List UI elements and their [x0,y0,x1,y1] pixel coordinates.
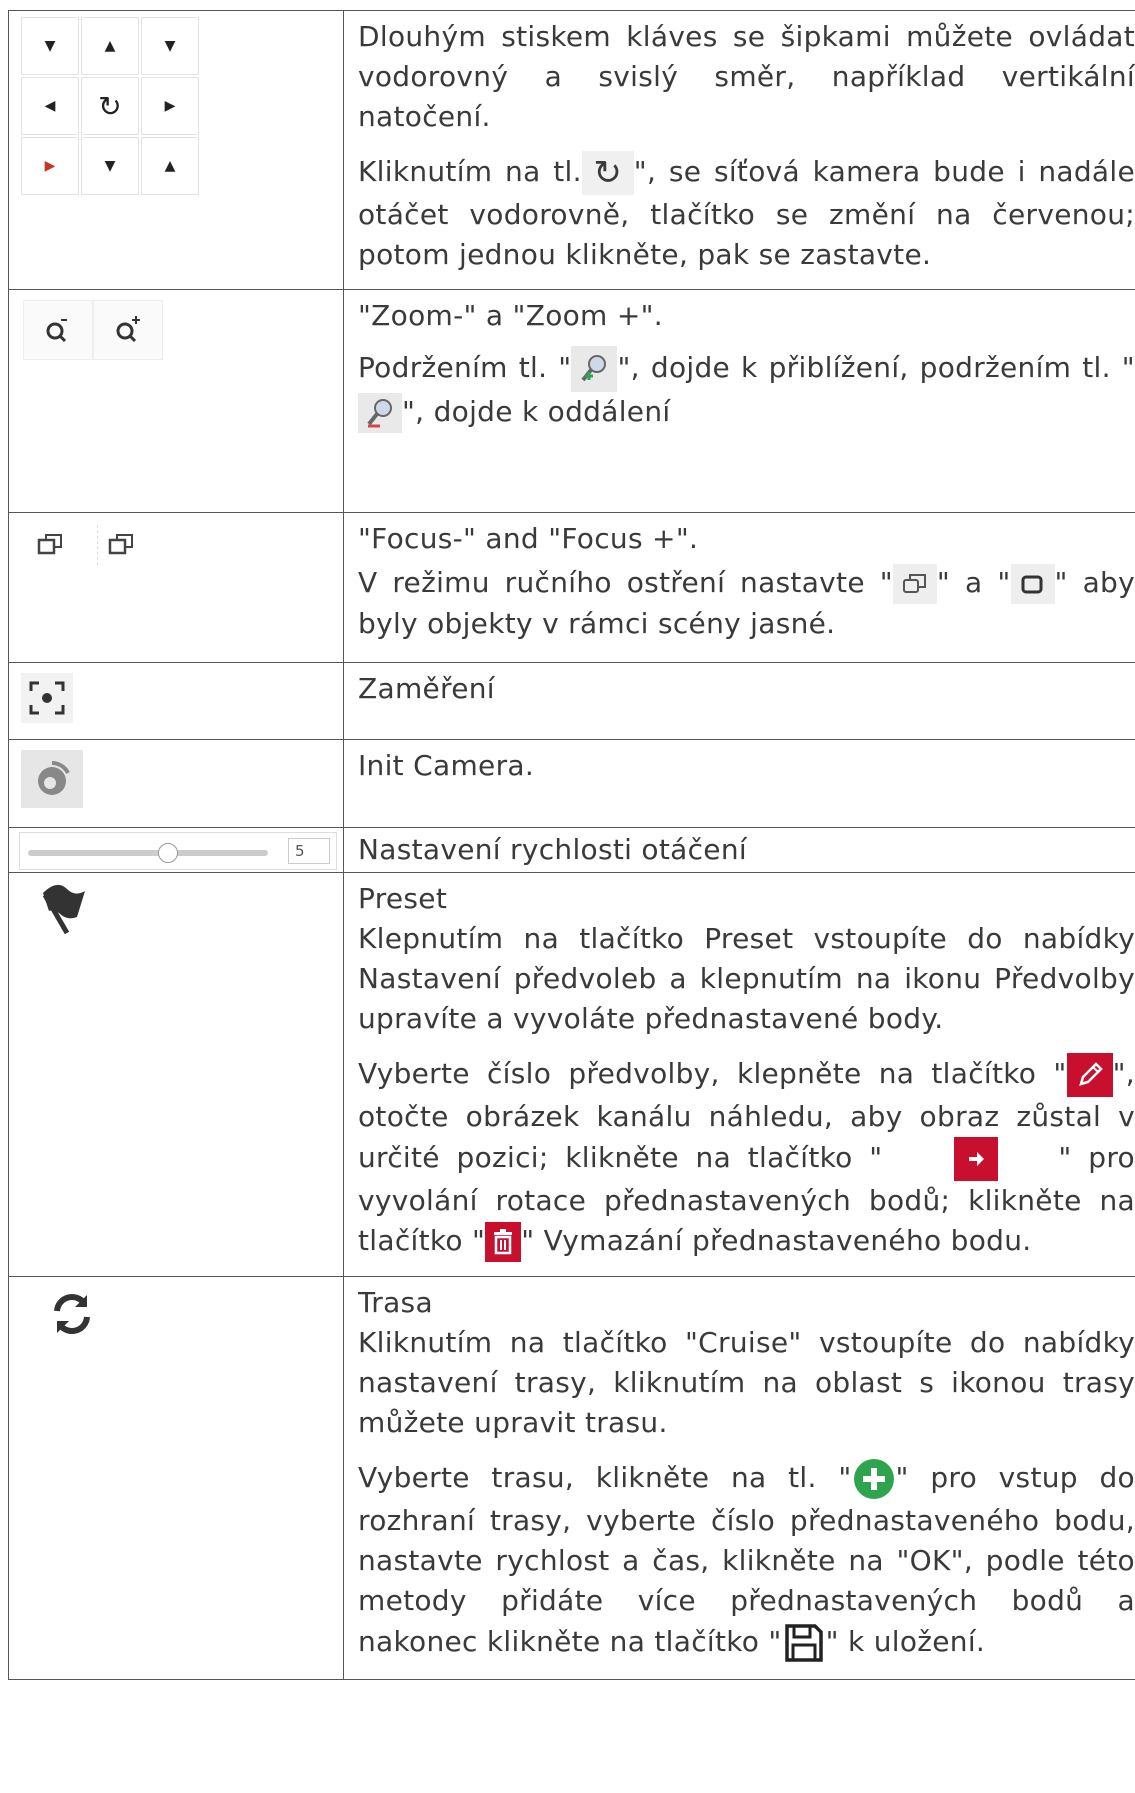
speed-cell: 5 [8,827,344,873]
speed-slider[interactable]: 5 [19,832,337,870]
focus-minus-icon[interactable] [27,525,75,565]
row-focus: "Focus-" and "Focus +". V režimu ručního… [8,512,1135,663]
cruise-text-1: Kliknutím na tlačítko "Cruise" vstoupíte… [358,1326,1135,1439]
zoom-in-icon[interactable] [93,300,163,360]
trash-delete-icon [485,1222,522,1262]
row-speed: 5 Nastavení rychlosti otáčení [8,827,1135,873]
row-zoom: "Zoom-" a "Zoom +". Podržením tl. " ", d… [8,289,1135,513]
focus-area-icon[interactable] [21,673,73,723]
init-desc: Init Camera. [343,739,1135,828]
ptz-desc: Dlouhým stiskem kláves se šipkami můžete… [343,10,1135,290]
focus-area-title: Zaměření [358,672,495,705]
ptz-down-left-icon[interactable]: ▶ [21,137,79,195]
focus-title: "Focus-" and "Focus +". [358,522,699,555]
preset-text-2a: Vyberte číslo předvolby, klepněte na tla… [358,1057,1067,1090]
preset-text-2: Vyberte číslo předvolby, klepněte na tla… [358,1053,1135,1262]
preset-text-1: Klepnutím na tlačítko Preset vstoupíte d… [358,922,1135,1035]
speed-value[interactable]: 5 [288,838,330,864]
init-camera-icon[interactable] [21,750,83,808]
init-title: Init Camera. [358,749,535,782]
focus-plus-icon[interactable] [97,525,146,565]
preset-title: Preset [358,882,448,915]
zoom-text: Podržením tl. " ", dojde k přiblížení, p… [358,346,1135,433]
focus-text: V režimu ručního ostření nastavte " " a … [358,563,1135,644]
cruise-title: Trasa [358,1286,433,1319]
ptz-icon-cell: ▼ ▲ ▼ ◀ ↻ ▶ ▶ ▼ ▲ [8,10,344,290]
zoom-text-c: ", dojde k oddálení [402,395,671,428]
ptz-up-left-icon[interactable]: ▼ [21,17,79,75]
ptz-text-1: Dlouhým stiskem kláves se šipkami můžete… [358,20,1135,133]
pencil-edit-icon [1066,1053,1113,1097]
speed-title: Nastavení rychlosti otáčení [358,833,747,866]
zoom-in-green-icon [571,346,618,392]
ptz-down-icon[interactable]: ▼ [81,137,139,195]
ptz-right-icon[interactable]: ▶ [141,77,199,135]
speed-desc: Nastavení rychlosti otáčení [343,827,1135,873]
preset-desc: Preset Klepnutím na tlačítko Preset vsto… [343,872,1135,1277]
ptz-text-2: Kliknutím na tl. ↻ ", se síťová kamera bud… [358,151,1135,275]
focus-area-icon-cell [8,662,344,740]
ptz-grid: ▼ ▲ ▼ ◀ ↻ ▶ ▶ ▼ ▲ [21,17,343,195]
cruise-text-2a: Vyberte trasu, klikněte na tl. " [358,1461,852,1494]
zoom-out-icon[interactable] [23,300,93,360]
focus-far-icon [1010,564,1055,604]
preset-text-2d: " Vymazání přednastaveného bodu. [521,1224,1032,1257]
row-focus-area: Zaměření [8,662,1135,740]
cruise-icon-cell [8,1276,344,1680]
zoom-text-b: ", dojde k přiblížení, podržením tl. " [617,351,1135,384]
ptz-left-icon[interactable]: ◀ [21,77,79,135]
ptz-up-icon[interactable]: ▲ [81,17,139,75]
preset-icon-cell [8,872,344,1277]
ptz-auto-rotate-icon[interactable]: ↻ [81,77,139,135]
focus-icon-cell [8,512,344,663]
zoom-desc: "Zoom-" a "Zoom +". Podržením tl. " ", d… [343,289,1135,513]
auto-rotate-icon: ↻ [581,151,634,195]
cruise-text-2c: " k uložení. [825,1625,986,1658]
instruction-table: ▼ ▲ ▼ ◀ ↻ ▶ ▶ ▼ ▲ Dlouhým stiskem kláves… [8,10,1135,1680]
ptz-down-right-icon[interactable]: ▲ [141,137,199,195]
zoom-title: "Zoom-" a "Zoom +". [358,299,663,332]
slider-knob[interactable] [158,843,179,863]
ptz-text-2a: Kliknutím na tl. [358,155,582,188]
focus-near-icon [892,564,937,604]
row-preset: Preset Klepnutím na tlačítko Preset vsto… [8,872,1135,1277]
row-ptz: ▼ ▲ ▼ ◀ ↻ ▶ ▶ ▼ ▲ Dlouhým stiskem kláves… [8,10,1135,290]
cruise-sync-icon[interactable] [47,1289,103,1345]
zoom-text-a: Podržením tl. " [358,351,572,384]
call-arrow-icon [954,1137,999,1181]
focus-text-a: V režimu ručního ostření nastavte " [358,566,893,599]
focus-buttons [27,525,343,565]
init-icon-cell [8,739,344,828]
focus-area-desc: Zaměření [343,662,1135,740]
focus-text-b: " a " [936,566,1011,599]
focus-desc: "Focus-" and "Focus +". V režimu ručního… [343,512,1135,663]
zoom-out-red-icon [358,393,402,433]
slider-track [28,850,268,856]
add-plus-icon [852,1457,896,1501]
zoom-buttons [23,300,343,360]
zoom-icon-cell [8,289,344,513]
cruise-text-2: Vyberte trasu, klikněte na tl. " " pro v… [358,1457,1135,1665]
save-disk-icon [782,1621,826,1665]
flag-icon[interactable] [31,881,103,941]
cruise-desc: Trasa Kliknutím na tlačítko "Cruise" vst… [343,1276,1135,1680]
row-cruise: Trasa Kliknutím na tlačítko "Cruise" vst… [8,1276,1135,1680]
row-init-camera: Init Camera. [8,739,1135,828]
ptz-up-right-icon[interactable]: ▼ [141,17,199,75]
